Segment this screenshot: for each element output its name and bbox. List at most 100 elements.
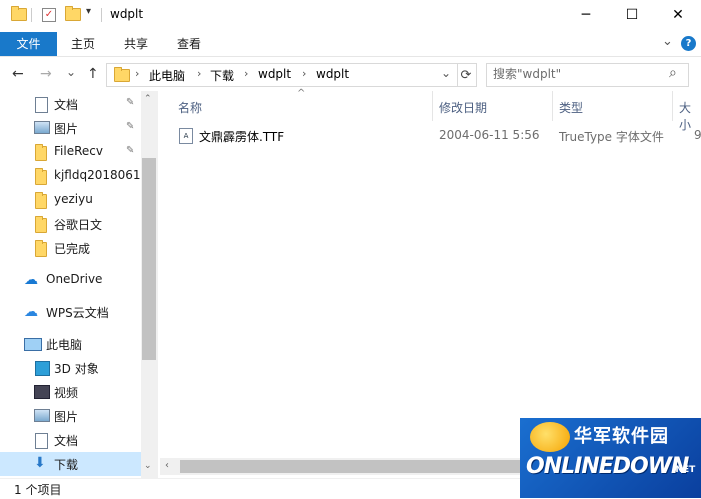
help-icon[interactable]: ?: [681, 36, 696, 51]
sidebar-item-label: yeziyu: [54, 192, 93, 206]
item-count: 1 个项目: [14, 483, 62, 497]
folder-icon: [11, 6, 27, 21]
document-icon: [35, 433, 48, 449]
maximize-button[interactable]: ☐: [609, 0, 655, 30]
column-header-name[interactable]: 名称: [178, 99, 202, 116]
scroll-left-icon[interactable]: ‹: [165, 460, 169, 471]
sidebar-item-this-pc[interactable]: 此电脑: [0, 332, 141, 356]
search-icon[interactable]: ⌕: [669, 65, 677, 81]
sidebar-item-yeziyu[interactable]: yeziyu: [0, 188, 141, 212]
pin-icon[interactable]: ✎: [126, 145, 134, 156]
search-input[interactable]: [493, 66, 663, 82]
breadcrumb-wdplt-current[interactable]: wdplt: [316, 67, 349, 81]
computer-icon: [24, 338, 42, 351]
folder-icon: [114, 67, 130, 82]
logo-emblem-icon: [530, 422, 570, 452]
3d-objects-icon: [35, 361, 50, 376]
tab-share[interactable]: 共享: [109, 32, 163, 56]
pin-icon[interactable]: ✎: [126, 97, 134, 108]
sidebar-item-label: OneDrive: [46, 272, 103, 286]
sidebar-item-documents-pc[interactable]: 文档: [0, 428, 141, 452]
close-button[interactable]: ✕: [655, 0, 701, 30]
folder-icon: [35, 168, 47, 185]
file-type: TrueType 字体文件: [559, 130, 664, 144]
scroll-up-icon[interactable]: ⌃: [144, 94, 152, 104]
sidebar-item-documents[interactable]: 文档 ✎: [0, 92, 141, 116]
sidebar-item-3d-objects[interactable]: 3D 对象: [0, 356, 141, 380]
sidebar-item-filerecv[interactable]: FileRecv ✎: [0, 140, 141, 164]
minimize-button[interactable]: ─: [563, 0, 609, 30]
sidebar-item-onedrive[interactable]: ☁ OneDrive: [0, 268, 141, 292]
document-icon: [35, 97, 48, 113]
up-button[interactable]: ↑: [87, 66, 99, 82]
forward-button[interactable]: →: [40, 66, 52, 82]
sidebar-item-label: 已完成: [54, 242, 91, 256]
sidebar-item-google-japanese[interactable]: 谷歌日文: [0, 212, 141, 236]
column-divider[interactable]: [552, 91, 553, 121]
scrollbar-thumb[interactable]: [142, 158, 156, 360]
title-bar: ✓ ▾ wdplt ─ ☐ ✕: [0, 0, 701, 32]
separator: [31, 8, 32, 22]
customize-quick-access-icon[interactable]: ▾: [86, 6, 91, 17]
folder-icon: [35, 144, 47, 161]
properties-icon[interactable]: ✓: [42, 8, 56, 22]
tab-home[interactable]: 主页: [57, 32, 109, 56]
sidebar-item-label: 下载: [54, 458, 79, 472]
sidebar-item-wps[interactable]: ☁ WPS云文档: [0, 300, 141, 324]
refresh-button[interactable]: ⟳: [456, 63, 477, 87]
sidebar-item-label: 图片: [54, 410, 79, 424]
file-modified: 2004-06-11 5:56: [439, 128, 540, 142]
separator: [101, 8, 102, 22]
file-name[interactable]: 文鼎霹雳体.TTF: [199, 128, 284, 145]
sidebar-item-kjfldq[interactable]: kjfldq20180619: [0, 164, 141, 188]
column-header-modified[interactable]: 修改日期: [439, 99, 487, 116]
navigation-pane: 文档 ✎ 图片 ✎ FileRecv ✎ kjfldq20180619 yezi…: [0, 91, 158, 478]
scroll-down-icon[interactable]: ⌄: [144, 461, 152, 471]
onedrive-icon: ☁: [24, 272, 38, 288]
pictures-icon: [34, 121, 50, 134]
pictures-icon: [34, 409, 50, 422]
back-button[interactable]: ←: [12, 66, 24, 82]
column-divider[interactable]: [672, 91, 673, 121]
watermark-logo: 华军软件园 ONLINEDOWN .NET: [520, 418, 701, 498]
breadcrumb-separator[interactable]: ›: [244, 67, 248, 80]
sidebar-item-label: 此电脑: [46, 338, 83, 352]
recent-locations-button[interactable]: ⌄: [66, 65, 76, 79]
sidebar-item-completed[interactable]: 已完成: [0, 236, 141, 260]
tab-view[interactable]: 查看: [163, 32, 215, 56]
sidebar-item-pictures-pc[interactable]: 图片: [0, 404, 141, 428]
table-row[interactable]: A 文鼎霹雳体.TTF 2004-06-11 5:56 TrueType 字体文…: [160, 124, 701, 146]
folder-icon: [35, 192, 47, 209]
breadcrumb-wdplt[interactable]: wdplt: [258, 67, 291, 81]
watermark-text-en: ONLINEDOWN: [526, 454, 689, 479]
new-folder-icon[interactable]: [65, 6, 81, 21]
font-file-icon: A: [179, 128, 193, 144]
ribbon-collapse-icon[interactable]: ⌄: [662, 34, 673, 49]
column-header-type[interactable]: 类型: [559, 99, 583, 116]
breadcrumb-separator[interactable]: ›: [197, 67, 201, 80]
sidebar-item-downloads[interactable]: ⬇ 下载: [0, 452, 141, 476]
address-bar[interactable]: › 此电脑 › 下载 › wdplt › wdplt ⌄: [106, 63, 458, 87]
watermark-text-cn: 华军软件园: [574, 426, 669, 447]
column-divider[interactable]: [432, 91, 433, 121]
sidebar-item-label: FileRecv: [54, 144, 103, 158]
breadcrumb-separator[interactable]: ›: [302, 67, 306, 80]
sidebar-item-videos[interactable]: 视频: [0, 380, 141, 404]
sidebar-item-label: 谷歌日文: [54, 218, 103, 232]
breadcrumb-this-pc[interactable]: 此电脑: [149, 67, 185, 84]
file-size: 9: [694, 128, 701, 142]
window-title: wdplt: [110, 7, 144, 21]
address-dropdown-icon[interactable]: ⌄: [441, 66, 451, 80]
wps-cloud-icon: ☁: [24, 304, 38, 320]
sidebar-item-pictures[interactable]: 图片 ✎: [0, 116, 141, 140]
tab-file[interactable]: 文件: [0, 32, 57, 56]
sidebar-item-label: 3D 对象: [54, 362, 99, 376]
folder-icon: [35, 216, 47, 233]
sidebar-item-label: 视频: [54, 386, 79, 400]
scrollbar-thumb[interactable]: [180, 460, 525, 473]
breadcrumb-separator[interactable]: ›: [135, 67, 139, 80]
sort-ascending-icon: ^: [297, 88, 306, 99]
search-box[interactable]: ⌕: [486, 63, 689, 87]
pin-icon[interactable]: ✎: [126, 121, 134, 132]
breadcrumb-downloads[interactable]: 下载: [210, 67, 234, 84]
